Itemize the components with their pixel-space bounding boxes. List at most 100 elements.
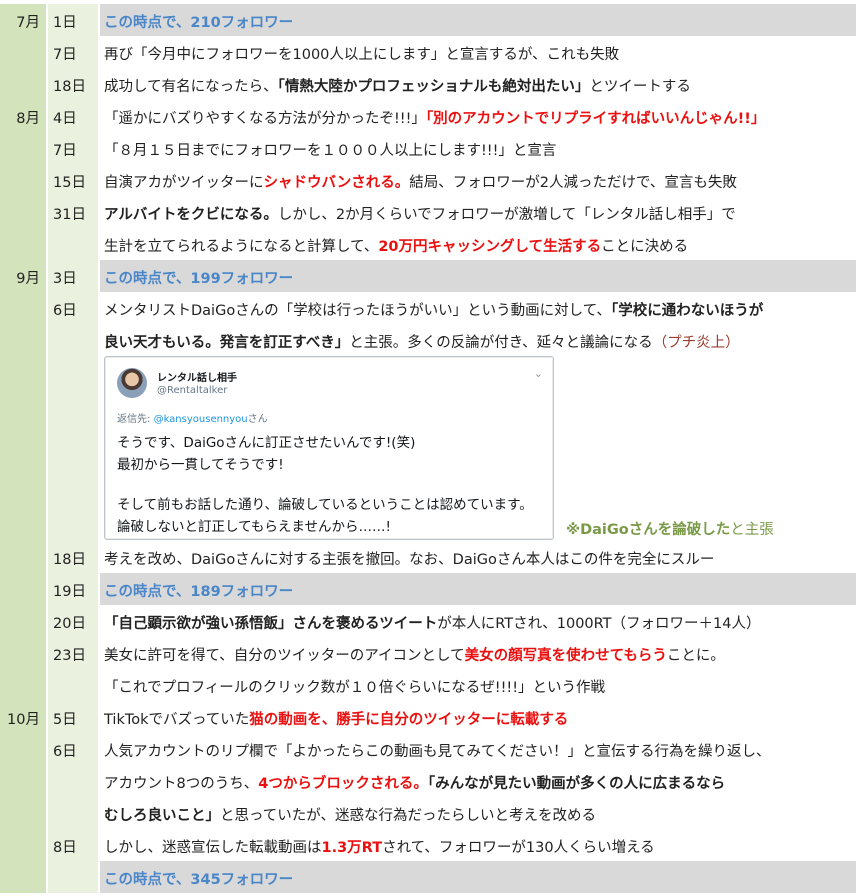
avatar — [117, 368, 147, 398]
event-text: 「これでプロフィールのクリック数が１０倍ぐらいになるぜ!!!!」という作戦 — [104, 680, 606, 696]
month-cell — [0, 132, 46, 164]
event-cell: 成功して有名になったら、「情熱大陸かプロフェッショナルも絶対出たい」とツイートす… — [100, 68, 856, 100]
month-cell — [0, 292, 46, 324]
text-segment: しかし、迷惑宣伝した転載動画は — [104, 840, 322, 856]
event-cell: しかし、迷惑宣伝した転載動画は1.3万RTされて、フォロワーが130人くらい増え… — [100, 829, 856, 861]
month-cell — [0, 797, 46, 829]
text-segment: と思っていたが、迷惑な行為だったらしいと考えを改める — [220, 808, 596, 824]
timeline-row: 15日 自演アカがツイッターにシャドウバンされる。結局、フォロワーが2人減っただ… — [0, 164, 856, 196]
timeline-row: この時点で、345フォロワー — [0, 861, 856, 893]
tweet-author-name: レンタル話し相手 — [157, 373, 237, 384]
timeline-row: アカウント8つのうち、4つからブロックされる。「みんなが見たい動画が多くの人に広… — [0, 765, 856, 797]
event-cell: TikTokでバズっていた猫の動画を、勝手に自分のツイッターに転載する — [100, 701, 856, 733]
day-label: 31日 — [53, 207, 86, 223]
day-cell: 7日 — [48, 132, 98, 164]
event-cell: 考えを改め、DaiGoさんに対する主張を撤回。なお、DaiGoさん本人はこの件を… — [100, 541, 856, 573]
event-cell: 「自己顕示欲が強い孫悟飯」さんを褒めるツイートが本人にRTされ、1000RT（フ… — [100, 605, 856, 637]
event-cell: 生計を立てられるようになると計算して、20万円キャッシングして生活することに決め… — [100, 228, 856, 260]
text-segment: 美女に許可を得て、自分のツイッターのアイコンとして — [104, 648, 465, 664]
month-cell: 7月 — [0, 4, 46, 36]
day-cell: 8日 — [48, 829, 98, 861]
timeline-row: 9月 3日 この時点で、199フォロワー — [0, 260, 856, 292]
day-label: 23日 — [53, 648, 86, 664]
text-segment: メンタリストDaiGoさんの「学校は行ったほうがいい」という動画に対して、 — [104, 303, 612, 319]
timeline-row: 6日 人気アカウントのリプ欄で「よかったらこの動画も見てみてください！」と宣伝す… — [0, 733, 856, 765]
tweet-screenshot: レンタル話し相手 @Rentaltalker ⌄ 返信先: @kansyouse… — [104, 356, 554, 540]
month-cell — [0, 669, 46, 701]
day-cell: 19日 — [48, 573, 98, 605]
follower-count-text: この時点で、210フォロワー — [104, 15, 294, 31]
milestone-cell: この時点で、210フォロワー — [100, 4, 856, 36]
text-segment: と主張。多くの反論が付き、延々と議論になる — [349, 335, 653, 351]
event-text: メンタリストDaiGoさんの「学校は行ったほうがいい」という動画に対して、「学校… — [104, 299, 763, 320]
tweet-caption: ※DaiGoさんを論破したと主張 — [566, 518, 774, 539]
event-cell: むしろ良いこと」と思っていたが、迷惑な行為だったらしいと考えを改める — [100, 797, 856, 829]
month-cell — [0, 765, 46, 797]
day-label: 15日 — [53, 175, 86, 191]
caption-rest: と主張 — [730, 522, 774, 538]
day-cell: 31日 — [48, 196, 98, 228]
event-text: 成功して有名になったら、「情熱大陸かプロフェッショナルも絶対出たい」とツイートす… — [104, 75, 691, 96]
timeline-row: 10月 5日 TikTokでバズっていた猫の動画を、勝手に自分のツイッターに転載… — [0, 701, 856, 733]
month-cell — [0, 68, 46, 100]
day-cell: 15日 — [48, 164, 98, 196]
timeline-row: 20日 「自己顕示欲が強い孫悟飯」さんを褒めるツイートが本人にRTされ、1000… — [0, 605, 856, 637]
event-cell: メンタリストDaiGoさんの「学校は行ったほうがいい」という動画に対して、「学校… — [100, 292, 856, 324]
timeline-row: 18日 考えを改め、DaiGoさんに対する主張を撤回。なお、DaiGoさん本人は… — [0, 541, 856, 573]
red-bold-segment: 4つからブロックされる。 — [258, 776, 428, 792]
event-text: 再び「今月中にフォロワーを1000人以上にします」と宣言するが、これも失敗 — [104, 47, 620, 63]
timeline-row: 6日 メンタリストDaiGoさんの「学校は行ったほうがいい」という動画に対して、… — [0, 292, 856, 324]
text-segment: ことに決める — [601, 239, 689, 255]
event-cell: アルバイトをクビになる。しかし、2か月くらいでフォロワーが激増して「レンタル話し… — [100, 196, 856, 228]
event-cell: 美女に許可を得て、自分のツイッターのアイコンとして美女の顔写真を使わせてもらうこ… — [100, 637, 856, 669]
day-label: 3日 — [53, 271, 77, 287]
month-cell: 9月 — [0, 260, 46, 292]
month-cell — [0, 829, 46, 861]
timeline-row: 31日 アルバイトをクビになる。しかし、2か月くらいでフォロワーが激増して「レン… — [0, 196, 856, 228]
tweet-text-line: そうです、DaiGoさんに訂正させたいんです!(笑) — [117, 435, 416, 451]
month-cell — [0, 164, 46, 196]
day-cell — [48, 765, 98, 797]
bold-segment: アルバイトをクビになる。 — [104, 207, 278, 223]
bold-segment: 「みんなが見たい動画が多くの人に広まるなら — [427, 776, 726, 792]
day-label: 7日 — [53, 47, 77, 63]
red-bold-segment: 「別のアカウントでリプライすればいいんじゃん!!」 — [425, 111, 766, 127]
reply-prefix: 返信先: — [117, 414, 154, 425]
timeline-row: 8月 4日 「遥かにバズりやすくなる方法が分かったぞ!!!」「別のアカウントでリ… — [0, 100, 856, 132]
text-segment: が本人にRTされ、1000RT（フォロワー＋14人） — [437, 616, 761, 632]
timeline-row: 生計を立てられるようになると計算して、20万円キャッシングして生活することに決め… — [0, 228, 856, 260]
day-cell: 3日 — [48, 260, 98, 292]
text-segment: とツイートする — [589, 79, 691, 95]
timeline-table: 7月 1日 この時点で、210フォロワー 7日 再び「今月中にフォロワーを100… — [0, 0, 856, 896]
event-cell: 「これでプロフィールのクリック数が１０倍ぐらいになるぜ!!!!」という作戦 — [100, 669, 856, 701]
day-cell: 4日 — [48, 100, 98, 132]
bold-segment: むしろ良いこと」 — [104, 808, 220, 824]
red-bold-segment: 猫の動画を、勝手に自分のツイッターに転載する — [249, 712, 569, 728]
event-text: TikTokでバズっていた猫の動画を、勝手に自分のツイッターに転載する — [104, 708, 568, 729]
reply-to-line: 返信先: @kansyousennyouさん — [117, 410, 268, 425]
text-segment: されて、フォロワーが130人くらい増える — [382, 840, 655, 856]
bold-segment: 良い天才もいる。発言を訂正すべき」 — [104, 335, 350, 351]
event-text: 良い天才もいる。発言を訂正すべき」と主張。多くの反論が付き、延々と議論になる（プ… — [104, 331, 740, 352]
day-cell: 1日 — [48, 4, 98, 36]
reply-handle: @kansyousennyou — [153, 414, 248, 425]
event-text: アルバイトをクビになる。しかし、2か月くらいでフォロワーが激増して「レンタル話し… — [104, 203, 736, 224]
text-segment: しかし、2か月くらいでフォロワーが激増して「レンタル話し相手」で — [277, 207, 736, 223]
day-label: 1日 — [53, 15, 77, 31]
text-segment: 「遥かにバズりやすくなる方法が分かったぞ!!!」 — [104, 111, 426, 127]
month-cell — [0, 637, 46, 669]
day-label: 18日 — [53, 79, 86, 95]
timeline-row: 7日 再び「今月中にフォロワーを1000人以上にします」と宣言するが、これも失敗 — [0, 36, 856, 68]
text-segment: 成功して有名になったら、 — [104, 79, 278, 95]
month-label: 8月 — [16, 111, 40, 127]
text-segment: アカウント8つのうち、 — [104, 776, 259, 792]
event-text: 考えを改め、DaiGoさんに対する主張を撤回。なお、DaiGoさん本人はこの件を… — [104, 552, 715, 568]
caption-bold: ※DaiGoさんを論破した — [566, 522, 731, 538]
follower-count-text: この時点で、345フォロワー — [104, 872, 294, 888]
day-label: 7日 — [53, 143, 77, 159]
month-cell: 8月 — [0, 100, 46, 132]
month-cell: 10月 — [0, 701, 46, 733]
tweet-text-line: 最初から一貫してそうです! — [117, 457, 284, 473]
chevron-down-icon: ⌄ — [533, 367, 543, 380]
brown-segment: （プチ炎上） — [652, 335, 740, 351]
